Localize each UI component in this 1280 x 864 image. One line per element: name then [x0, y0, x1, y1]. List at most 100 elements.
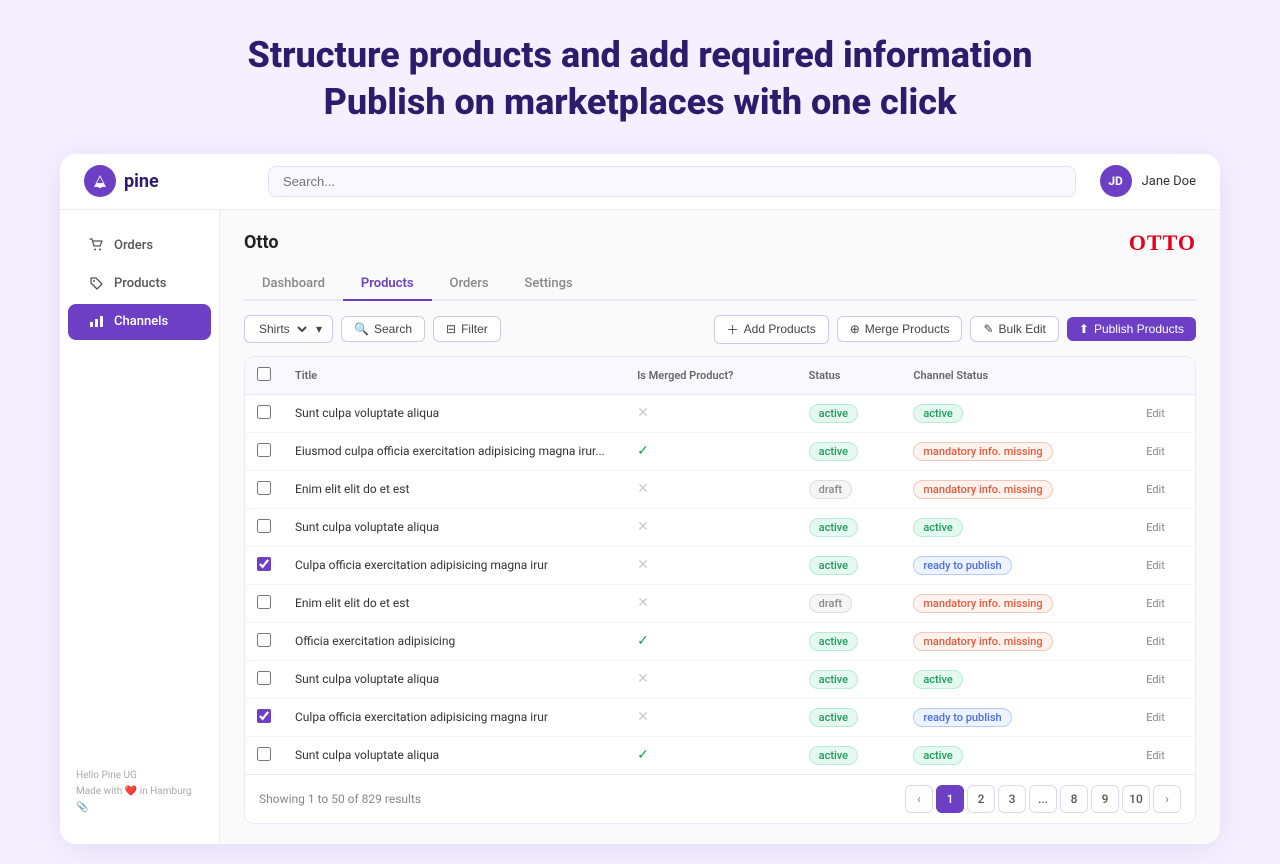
row-checkbox[interactable] — [257, 671, 271, 685]
row-channel-status: ready to publish — [901, 698, 1134, 736]
table-row: Officia exercitation adipisicing✓activem… — [245, 622, 1195, 660]
toolbar: Shirts Pants Shoes ▾ 🔍 Search ⊟ Filter ＋ — [244, 315, 1196, 344]
row-status: active — [797, 660, 902, 698]
status-badge: active — [809, 442, 858, 461]
category-filter[interactable]: Shirts Pants Shoes ▾ — [244, 315, 333, 343]
row-checkbox[interactable] — [257, 405, 271, 419]
cart-icon — [88, 238, 104, 254]
channel-status-badge: mandatory info. missing — [913, 632, 1052, 651]
search-button[interactable]: 🔍 Search — [341, 316, 425, 342]
add-products-button[interactable]: ＋ Add Products — [714, 315, 829, 344]
page-9-button[interactable]: 9 — [1091, 785, 1119, 813]
edit-link[interactable]: Edit — [1146, 711, 1165, 724]
row-checkbox[interactable] — [257, 595, 271, 609]
row-merged: ✕ — [625, 394, 797, 432]
row-channel-status: active — [901, 508, 1134, 546]
row-edit: Edit — [1134, 508, 1195, 546]
sidebar-nav: Orders Products Channels — [60, 226, 219, 756]
row-checkbox[interactable] — [257, 709, 271, 723]
page-2-button[interactable]: 2 — [967, 785, 995, 813]
row-channel-status: active — [901, 394, 1134, 432]
tab-products[interactable]: Products — [343, 268, 432, 301]
next-page-button[interactable]: › — [1153, 785, 1181, 813]
filter-button[interactable]: ⊟ Filter — [433, 316, 501, 342]
page-10-button[interactable]: 10 — [1122, 785, 1150, 813]
table-row: Sunt culpa voluptate aliqua✓activeactive… — [245, 736, 1195, 774]
row-merged: ✕ — [625, 470, 797, 508]
row-edit: Edit — [1134, 660, 1195, 698]
col-actions — [1134, 357, 1195, 395]
status-badge: active — [809, 518, 858, 537]
cross-icon: ✕ — [637, 709, 649, 725]
edit-link[interactable]: Edit — [1146, 483, 1165, 496]
edit-link[interactable]: Edit — [1146, 559, 1165, 572]
row-title: Sunt culpa voluptate aliqua — [283, 508, 625, 546]
row-status: active — [797, 394, 902, 432]
status-badge: active — [809, 404, 858, 423]
search-bar — [268, 166, 1076, 197]
edit-link[interactable]: Edit — [1146, 635, 1165, 648]
row-status: active — [797, 508, 902, 546]
bulk-edit-button[interactable]: ✎ Bulk Edit — [970, 316, 1058, 342]
sidebar-item-orders[interactable]: Orders — [68, 228, 211, 264]
table-row: Enim elit elit do et est✕draftmandatory … — [245, 584, 1195, 622]
row-channel-status: active — [901, 660, 1134, 698]
select-all-checkbox[interactable] — [257, 367, 271, 381]
cross-icon: ✕ — [637, 405, 649, 421]
row-status: draft — [797, 470, 902, 508]
row-checkbox[interactable] — [257, 747, 271, 761]
edit-link[interactable]: Edit — [1146, 521, 1165, 534]
cross-icon: ✕ — [637, 481, 649, 497]
logo-area: pine — [84, 165, 244, 197]
page-3-button[interactable]: 3 — [998, 785, 1026, 813]
table-row: Culpa officia exercitation adipisicing m… — [245, 698, 1195, 736]
cross-icon: ✕ — [637, 519, 649, 535]
category-select[interactable]: Shirts Pants Shoes — [255, 321, 310, 337]
search-input[interactable] — [268, 166, 1076, 197]
row-checkbox[interactable] — [257, 557, 271, 571]
username: Jane Doe — [1142, 174, 1196, 189]
row-channel-status: active — [901, 736, 1134, 774]
publish-products-button[interactable]: ⬆ Publish Products — [1067, 317, 1196, 341]
edit-link[interactable]: Edit — [1146, 597, 1165, 610]
tab-dashboard[interactable]: Dashboard — [244, 268, 343, 301]
search-icon: 🔍 — [354, 322, 369, 336]
sidebar-footer: Hello Pine UG Made with ❤️ in Hamburg 📎 — [60, 756, 219, 828]
row-checkbox[interactable] — [257, 519, 271, 533]
merge-icon: ⊕ — [850, 322, 860, 336]
col-title: Title — [283, 357, 625, 395]
user-area: JD Jane Doe — [1100, 165, 1196, 197]
status-badge: active — [809, 670, 858, 689]
edit-link[interactable]: Edit — [1146, 407, 1165, 420]
cross-icon: ✕ — [637, 671, 649, 687]
row-status: active — [797, 622, 902, 660]
merge-products-button[interactable]: ⊕ Merge Products — [837, 316, 963, 342]
row-checkbox[interactable] — [257, 443, 271, 457]
check-icon: ✓ — [637, 633, 649, 649]
prev-page-button[interactable]: ‹ — [905, 785, 933, 813]
sidebar-item-channels[interactable]: Channels — [68, 304, 211, 340]
channel-status-badge: active — [913, 746, 962, 765]
row-merged: ✓ — [625, 736, 797, 774]
sidebar: Orders Products Channels Hello Pine UG — [60, 210, 220, 844]
row-channel-status: mandatory info. missing — [901, 432, 1134, 470]
row-checkbox[interactable] — [257, 481, 271, 495]
check-icon: ✓ — [637, 443, 649, 459]
edit-link[interactable]: Edit — [1146, 673, 1165, 686]
row-checkbox[interactable] — [257, 633, 271, 647]
edit-link[interactable]: Edit — [1146, 749, 1165, 762]
page-1-button[interactable]: 1 — [936, 785, 964, 813]
col-channel-status: Channel Status — [901, 357, 1134, 395]
row-channel-status: mandatory info. missing — [901, 622, 1134, 660]
tab-settings[interactable]: Settings — [507, 268, 591, 301]
page-8-button[interactable]: 8 — [1060, 785, 1088, 813]
row-title: Enim elit elit do et est — [283, 470, 625, 508]
sidebar-item-products[interactable]: Products — [68, 266, 211, 302]
row-title: Culpa officia exercitation adipisicing m… — [283, 698, 625, 736]
edit-link[interactable]: Edit — [1146, 445, 1165, 458]
row-title: Sunt culpa voluptate aliqua — [283, 660, 625, 698]
row-status: draft — [797, 584, 902, 622]
tab-orders[interactable]: Orders — [432, 268, 507, 301]
status-badge: active — [809, 708, 858, 727]
channel-status-badge: mandatory info. missing — [913, 442, 1052, 461]
